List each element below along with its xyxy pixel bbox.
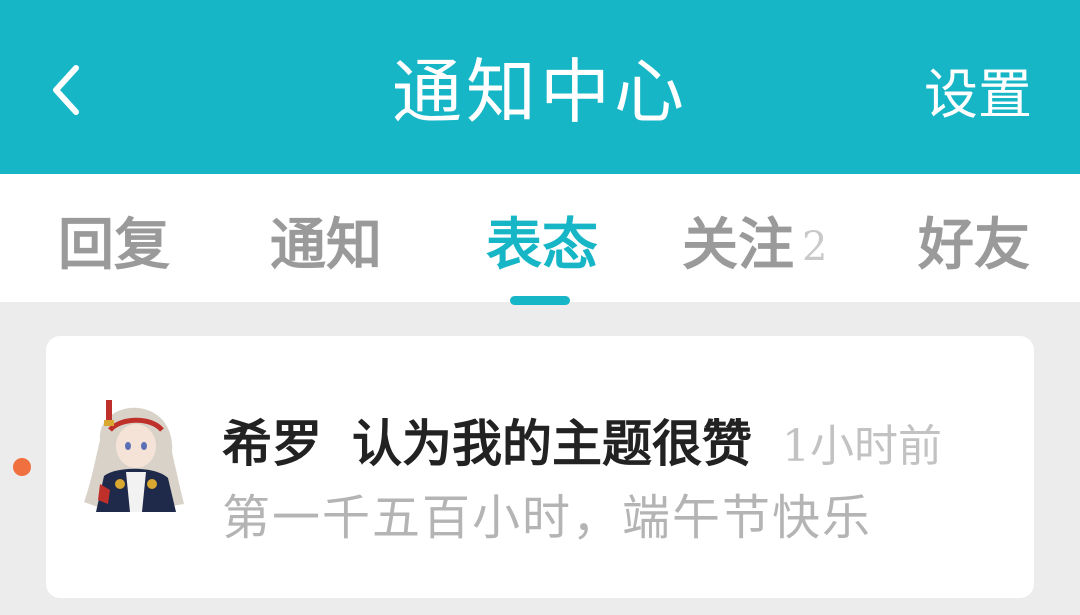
tab-label: 关注: [682, 212, 794, 278]
tab-label: 回复: [58, 212, 170, 278]
tab-replies[interactable]: 回复: [58, 210, 170, 280]
notification-time: 1小时前: [782, 421, 942, 472]
unread-dot: [13, 458, 31, 476]
tab-label: 表态: [486, 212, 598, 278]
header-bar: 通知中心 设置: [0, 0, 1080, 174]
tab-label: 好友: [918, 212, 1030, 278]
active-tab-indicator: [510, 296, 570, 305]
tab-label: 通知: [270, 212, 382, 278]
settings-button[interactable]: 设置: [924, 60, 1032, 130]
notification-user[interactable]: 希罗: [222, 414, 322, 473]
page-title: 通知中心: [392, 51, 688, 133]
tab-bar: 回复 通知 表态 关注 2 好友: [0, 174, 1080, 302]
avatar[interactable]: [80, 400, 186, 514]
notification-title: 希罗 认为我的主题很赞 1小时前: [222, 404, 942, 476]
tab-reactions[interactable]: 表态: [486, 210, 598, 280]
tab-count-badge: 2: [802, 224, 828, 270]
tab-friends[interactable]: 好友: [918, 210, 1030, 280]
notification-action: 认为我的主题很赞: [352, 414, 752, 473]
tab-follows[interactable]: 关注 2: [682, 210, 827, 282]
notification-content: 第一千五百小时，端午节快乐: [222, 490, 873, 546]
tab-notices[interactable]: 通知: [270, 210, 382, 280]
